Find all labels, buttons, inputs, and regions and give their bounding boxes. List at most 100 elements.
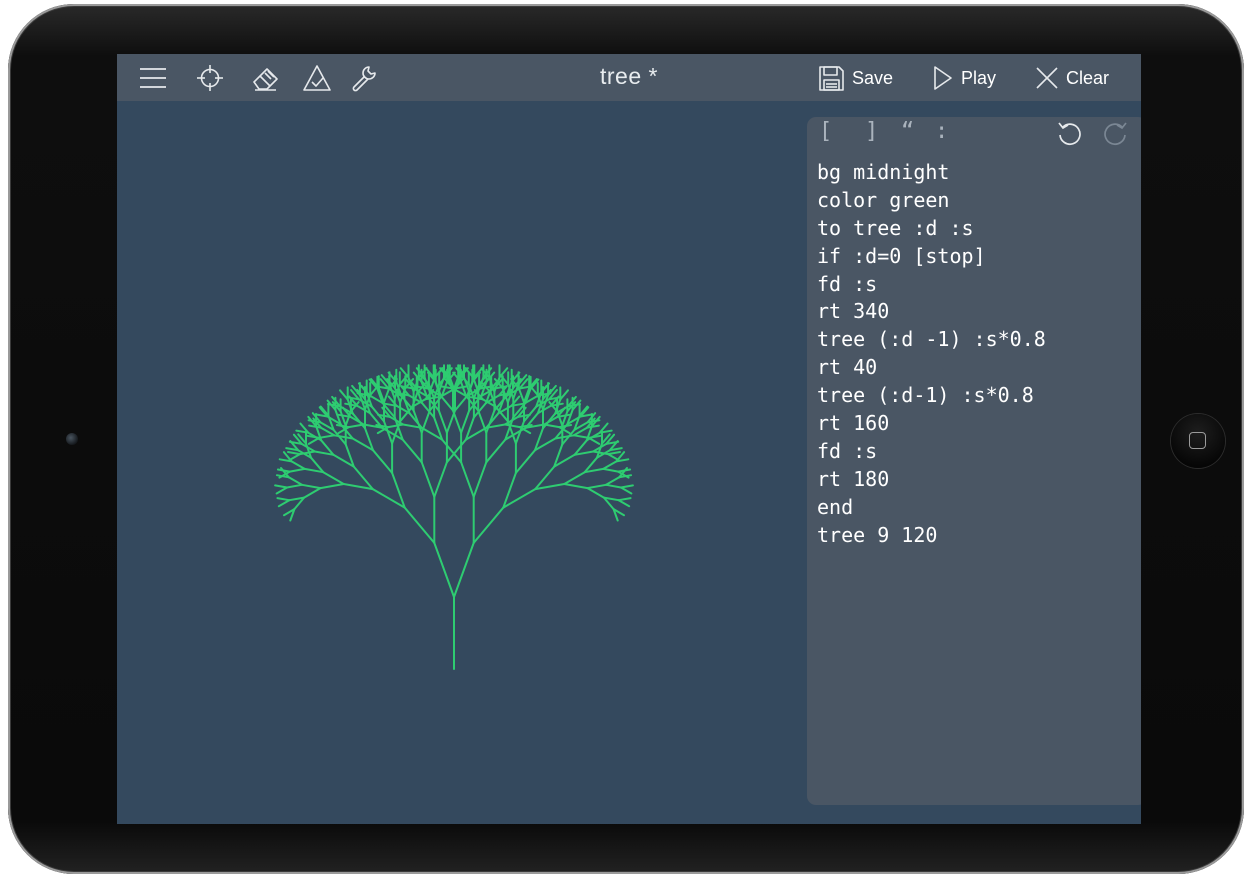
code-line: if :d=0 [stop] [817, 243, 986, 268]
tree-branch [586, 487, 605, 499]
play-label: Play [961, 67, 997, 88]
tree-branch [605, 483, 622, 489]
close-bracket-button[interactable]: ] [865, 119, 878, 144]
tree-branch [454, 395, 469, 412]
tree-branch [602, 467, 620, 473]
tree-branch [274, 484, 288, 489]
code-line: tree (:d-1) :s*0.8 [817, 383, 1034, 408]
tree-branch [307, 436, 321, 445]
tree-branch [617, 497, 632, 502]
tree-branch [287, 476, 303, 486]
tree-branch [586, 483, 608, 490]
tree-branch [290, 460, 306, 470]
home-button[interactable] [1171, 414, 1225, 468]
tree-branch [563, 471, 586, 485]
save-button[interactable]: Save [817, 64, 893, 92]
tree-branch [472, 461, 488, 498]
tree-branch [453, 541, 475, 598]
play-button[interactable]: Play [932, 64, 996, 92]
tree-branch [318, 434, 336, 439]
tree-branch [452, 409, 463, 434]
tree-branch [529, 384, 539, 397]
tree-branch [403, 506, 436, 544]
tree-branch [387, 423, 405, 429]
quote-button[interactable]: “ [901, 119, 914, 144]
tree-branch [286, 483, 303, 489]
tree-branch [347, 423, 365, 429]
save-label: Save [852, 67, 894, 88]
tree-branch [620, 486, 633, 495]
tree-branch [287, 451, 301, 456]
tree-branch [607, 451, 621, 456]
tree-branch [275, 486, 288, 495]
tree-branch [288, 467, 306, 473]
code-line: fd :s [817, 271, 878, 296]
tree-branch [620, 484, 634, 489]
code-line: tree 9 120 [817, 522, 938, 547]
tree-branch [441, 438, 463, 464]
tree-branch [602, 460, 618, 470]
tree-branch [276, 468, 291, 473]
code-line: rt 180 [817, 466, 890, 491]
clear-label: Clear [1066, 67, 1110, 88]
tree-branch [460, 461, 475, 498]
home-button-icon [1189, 432, 1206, 449]
tree-branch [485, 438, 507, 464]
code-line: color green [817, 187, 950, 212]
editor-toolbar: [ ] “ : [807, 117, 1141, 153]
drawing-canvas[interactable] [117, 101, 807, 824]
floppy-disk-icon [819, 66, 844, 91]
code-line: rt 340 [817, 299, 890, 324]
tree-branch [485, 409, 496, 434]
tree-branch [472, 506, 505, 544]
code-editor[interactable]: [ ] “ : bg midnight color green to tree :d… [807, 117, 1141, 805]
app-screen: tree * Save Play Clear [ ] “ : bg midnig… [117, 54, 1141, 824]
tree-branch [401, 438, 423, 464]
tree-branch [372, 449, 394, 474]
front-camera [66, 433, 78, 445]
code-line: end [817, 494, 854, 519]
tree-branch [445, 438, 467, 464]
tree-branch [437, 409, 448, 434]
tree-branch [433, 541, 455, 598]
tree-branch [506, 420, 517, 445]
code-line: to tree :d :s [817, 215, 974, 240]
code-line: rt 40 [817, 355, 878, 380]
tree-branch [420, 461, 436, 498]
tree-branch [514, 449, 536, 474]
tree-branch [335, 424, 350, 429]
clear-button[interactable]: Clear [1035, 64, 1109, 92]
tree-branch [572, 434, 590, 439]
tree-branch [276, 497, 291, 502]
tree-branch [277, 499, 291, 508]
code-line: rt 160 [817, 411, 890, 436]
open-bracket-button[interactable]: [ [819, 119, 832, 144]
tree-drawing [274, 364, 634, 670]
code-line: bg midnight [817, 160, 950, 184]
undo-icon[interactable] [1056, 120, 1084, 153]
close-icon [1036, 67, 1058, 89]
toolbar: tree * Save Play Clear [117, 54, 1141, 101]
code-text[interactable]: bg midnight color green to tree :d :s if :d… [817, 159, 1046, 549]
tree-branch [433, 461, 448, 498]
tree-branch [306, 434, 321, 439]
tree-branch [563, 483, 589, 490]
tree-branch [503, 423, 521, 429]
tree-branch [303, 487, 322, 499]
tree-branch [383, 387, 391, 404]
tree-branch [460, 409, 471, 434]
tree-branch [439, 395, 454, 412]
tree-branch [319, 483, 345, 490]
tree-branch [288, 453, 301, 462]
code-line: tree (:d -1) :s*0.8 [817, 327, 1046, 352]
tree-branch [617, 499, 631, 508]
tree-branch [559, 389, 569, 401]
code-line: fd :s [817, 438, 878, 463]
tree-branch [605, 476, 621, 486]
tree-branch [322, 471, 345, 485]
tree-branch [517, 387, 525, 404]
play-icon [934, 66, 952, 90]
tree-branch [300, 483, 322, 490]
colon-button[interactable]: : [935, 119, 948, 144]
redo-icon[interactable] [1101, 120, 1129, 153]
